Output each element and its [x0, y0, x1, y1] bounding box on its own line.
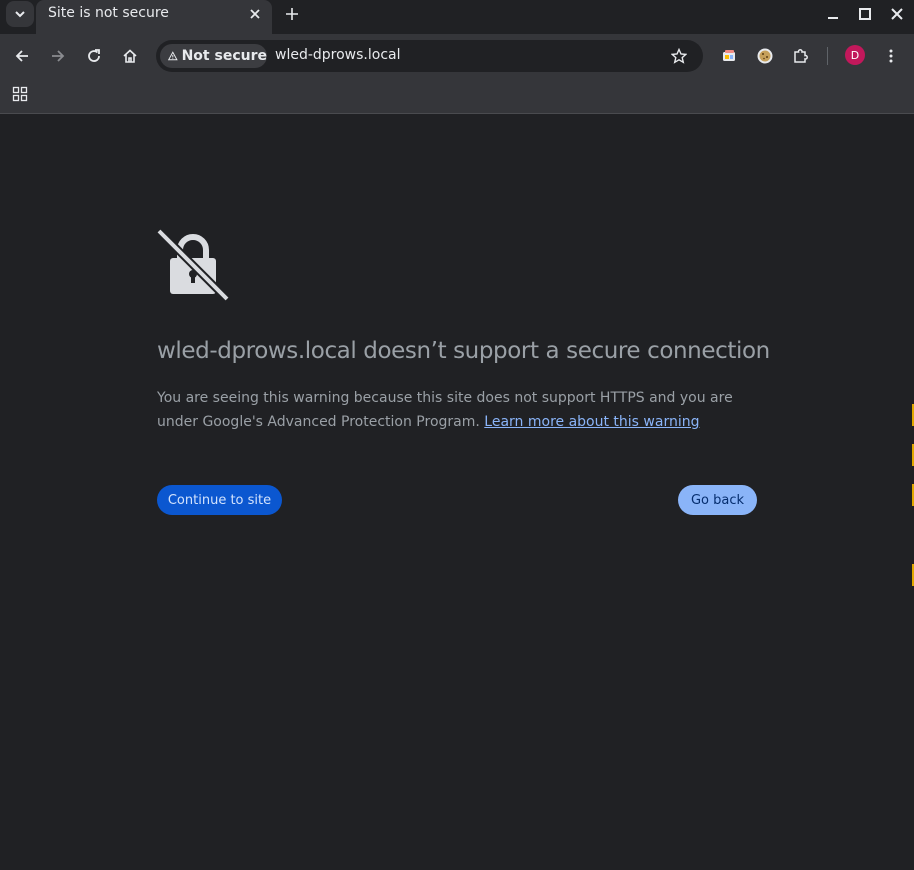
- close-icon: [250, 9, 260, 19]
- apps-button[interactable]: [10, 84, 30, 104]
- cookie-extension-button[interactable]: [753, 44, 777, 68]
- back-button[interactable]: [10, 44, 34, 68]
- home-button[interactable]: [118, 44, 142, 68]
- arrow-right-icon: [52, 50, 65, 62]
- toolbar-divider: [827, 47, 828, 65]
- new-tab-button[interactable]: [282, 4, 302, 24]
- profile-avatar[interactable]: D: [845, 45, 865, 65]
- security-label: Not secure: [181, 48, 267, 64]
- reload-icon: [88, 49, 100, 62]
- tab-close-button[interactable]: [246, 5, 264, 23]
- bookmarks-bar: [0, 78, 914, 114]
- reload-button[interactable]: [82, 44, 106, 68]
- arrow-left-icon: [15, 50, 28, 62]
- address-bar[interactable]: Not secure wled-dprows.local: [156, 40, 703, 72]
- warning-icon: [168, 51, 178, 61]
- go-back-button[interactable]: Go back: [678, 485, 757, 515]
- media-icon: [723, 50, 735, 61]
- minimize-button[interactable]: [823, 4, 843, 24]
- home-icon: [123, 49, 137, 63]
- media-extension-button[interactable]: [717, 44, 741, 68]
- maximize-button[interactable]: [855, 4, 875, 24]
- forward-button[interactable]: [46, 44, 70, 68]
- puzzle-icon: [794, 49, 808, 63]
- page-headline: wled-dprows.local doesn’t support a secu…: [157, 338, 770, 364]
- interstitial-page: wled-dprows.local doesn’t support a secu…: [0, 114, 914, 870]
- plus-icon: [286, 8, 298, 20]
- tab-search-button[interactable]: [6, 1, 34, 27]
- explanation-text: You are seeing this warning because this…: [157, 386, 767, 434]
- broken-lock-icon: [156, 228, 230, 302]
- chevron-down-icon: [15, 11, 25, 18]
- continue-to-site-button[interactable]: Continue to site: [157, 485, 282, 515]
- active-tab[interactable]: Site is not secure: [36, 0, 272, 34]
- learn-more-link[interactable]: Learn more about this warning: [484, 414, 699, 430]
- close-icon: [891, 8, 903, 20]
- security-chip[interactable]: Not secure: [160, 44, 267, 68]
- tab-strip: Site is not secure: [0, 0, 914, 34]
- apps-grid-icon: [12, 86, 28, 102]
- browser-toolbar: Not secure wled-dprows.local D: [0, 34, 914, 78]
- maximize-icon: [859, 8, 871, 20]
- kebab-menu-icon: [889, 49, 893, 63]
- url-text[interactable]: wled-dprows.local: [275, 47, 401, 63]
- extensions-button[interactable]: [789, 44, 813, 68]
- cookie-icon: [757, 48, 773, 64]
- minimize-icon: [828, 17, 838, 19]
- bookmark-button[interactable]: [669, 46, 689, 66]
- menu-button[interactable]: [879, 44, 903, 68]
- star-icon: [671, 48, 687, 64]
- close-window-button[interactable]: [887, 4, 907, 24]
- tab-title: Site is not secure: [48, 5, 169, 21]
